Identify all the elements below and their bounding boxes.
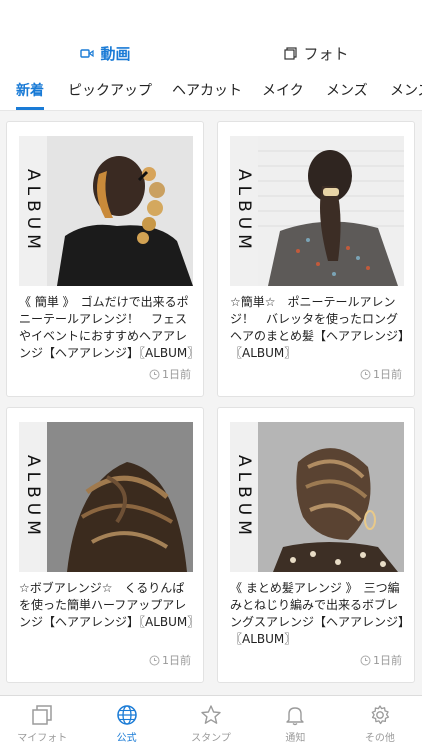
globe-icon <box>116 704 137 725</box>
video-icon <box>80 48 95 58</box>
hair-photo <box>258 422 404 572</box>
bell-icon <box>286 706 305 725</box>
card-thumbnail: ALBUM <box>230 136 404 286</box>
video-card[interactable]: ALBUM 《 まとめ髪アレンジ 》 三つ編みとねじり編みで出来るボブレングスア… <box>217 407 415 683</box>
card-description: ☆簡単☆ ポニーテールアレンジ！ バレッタを使ったロングヘアのまとめ髪【ヘアアレ… <box>230 295 405 360</box>
nav-stamp[interactable]: スタンプ <box>169 696 253 751</box>
mode-video-label: 動画 <box>100 44 131 63</box>
tab-makeup[interactable]: メイク <box>262 72 304 110</box>
mode-switch: 動画 フォト <box>0 38 422 68</box>
tab-mens-overflow[interactable]: メンズ <box>390 72 422 110</box>
clock-icon <box>149 655 160 665</box>
card-time: 1日前 <box>360 366 402 382</box>
hair-photo <box>47 422 193 572</box>
clock-icon <box>149 369 160 379</box>
album-badge: ALBUM <box>230 422 258 572</box>
tab-new[interactable]: 新着 <box>16 72 44 110</box>
card-time: 1日前 <box>149 366 191 382</box>
card-time: 1日前 <box>360 652 402 668</box>
photo-icon <box>284 46 298 60</box>
video-card[interactable]: ALBUM ☆簡単☆ ポニーテールアレンジ！ バレッタを使ったロングヘアのまとめ… <box>217 121 415 397</box>
star-icon <box>201 704 221 724</box>
mode-photo-label: フォト <box>303 44 349 63</box>
card-thumbnail: ALBUM <box>230 422 404 572</box>
nav-other[interactable]: その他 <box>338 696 422 751</box>
tab-pickup[interactable]: ピックアップ <box>68 72 152 110</box>
album-badge: ALBUM <box>230 136 258 286</box>
video-card[interactable]: ALBUM ☆ボブアレンジ☆ くるりんぱを使った簡単ハーフアップアレンジ【ヘアア… <box>6 407 204 683</box>
tab-mens[interactable]: メンズ <box>326 72 368 110</box>
card-description: 《 簡単 》 ゴムだけで出来るポニーテールアレンジ！ フェスやイベントにおすすめ… <box>19 295 200 360</box>
mode-photo[interactable]: フォト <box>211 38 422 68</box>
card-time: 1日前 <box>149 652 191 668</box>
nav-official[interactable]: 公式 <box>84 696 168 751</box>
nav-my-photo[interactable]: マイフォト <box>0 696 84 751</box>
tab-haircut[interactable]: ヘアカット <box>172 72 242 110</box>
card-description: 《 まとめ髪アレンジ 》 三つ編みとねじり編みで出来るボブレングスアレンジ【ヘア… <box>230 581 405 646</box>
my-photo-icon <box>32 704 52 725</box>
gear-icon <box>371 704 389 724</box>
card-thumbnail: ALBUM <box>19 136 193 286</box>
video-card[interactable]: ALBUM 《 簡単 》 ゴムだけで出来るポニーテールアレンジ！ フェスやイベン… <box>6 121 204 397</box>
top-header: 動画 フォト 新着 ピックアップ ヘアカット メイク メンズ メンズ <box>0 0 422 111</box>
category-tabs: 新着 ピックアップ ヘアカット メイク メンズ メンズ <box>0 72 422 110</box>
clock-icon <box>360 369 371 379</box>
clock-icon <box>360 655 371 665</box>
hair-photo <box>258 136 404 286</box>
card-description: ☆ボブアレンジ☆ くるりんぱを使った簡単ハーフアップアレンジ【ヘアアレンジ】〖A… <box>19 581 200 629</box>
bottom-nav: マイフォト 公式 スタンプ 通知 その他 <box>0 695 422 751</box>
hair-photo <box>47 136 193 286</box>
album-badge: ALBUM <box>19 136 47 286</box>
nav-notifications[interactable]: 通知 <box>253 696 337 751</box>
album-badge: ALBUM <box>19 422 47 572</box>
mode-video[interactable]: 動画 <box>0 38 211 68</box>
card-thumbnail: ALBUM <box>19 422 193 572</box>
